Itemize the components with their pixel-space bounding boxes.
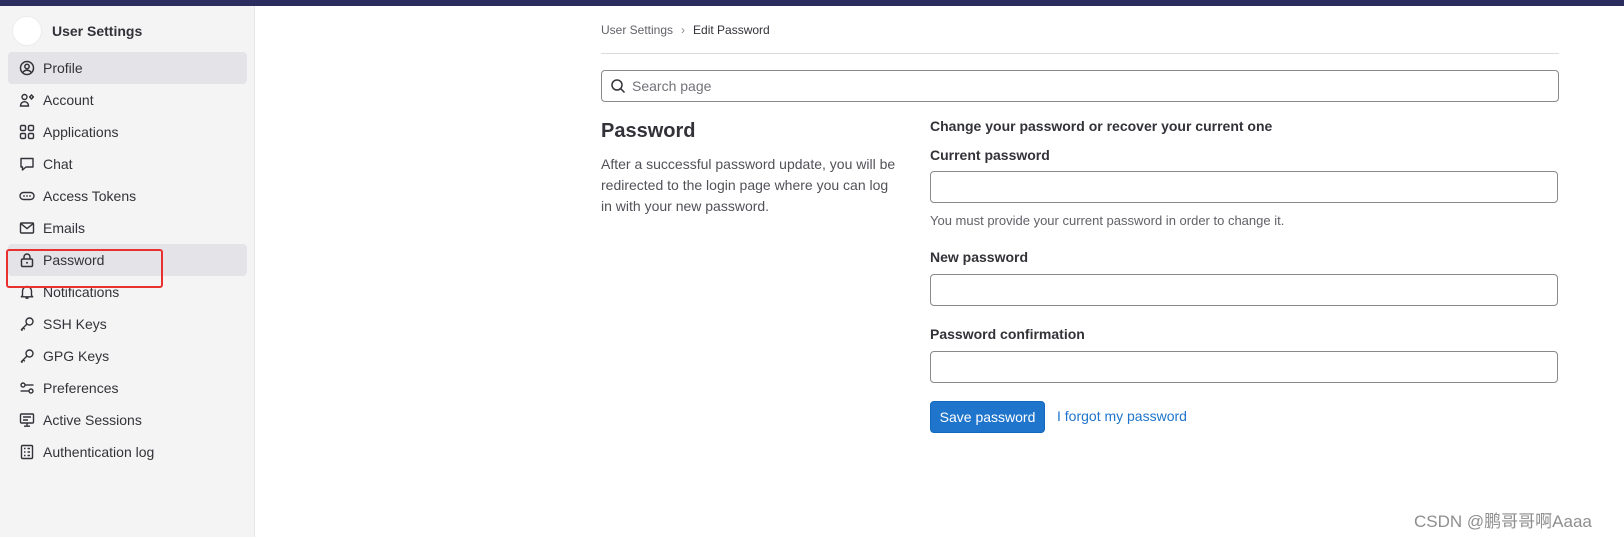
sidebar-item-chat[interactable]: Chat	[8, 148, 247, 180]
sidebar-item-label: Active Sessions	[43, 412, 142, 428]
sidebar-item-label: SSH Keys	[43, 316, 107, 332]
sidebar-item-label: Account	[43, 92, 94, 108]
save-password-button[interactable]: Save password	[930, 401, 1045, 433]
sidebar-item-label: Password	[43, 252, 105, 268]
mail-icon	[19, 220, 35, 236]
sidebar-item-active-sessions[interactable]: Active Sessions	[8, 404, 247, 436]
sidebar-item-ssh-keys[interactable]: SSH Keys	[8, 308, 247, 340]
sidebar-item-label: Notifications	[43, 284, 120, 300]
account-icon	[19, 92, 35, 108]
current-password-label: Current password	[930, 147, 1050, 163]
sidebar-item-label: Applications	[43, 124, 119, 140]
key-icon	[19, 348, 35, 364]
new-password-field[interactable]	[930, 274, 1558, 306]
lock-icon	[19, 252, 35, 268]
token-icon	[19, 188, 35, 204]
sidebar-item-label: Emails	[43, 220, 86, 236]
key-icon	[19, 316, 35, 332]
sidebar-header: User Settings	[12, 16, 142, 46]
applications-icon	[19, 124, 35, 140]
sidebar-item-access-tokens[interactable]: Access Tokens	[8, 180, 247, 212]
sidebar-item-label: Chat	[43, 156, 73, 172]
search-icon	[610, 78, 626, 94]
sidebar-item-label: Preferences	[43, 380, 119, 396]
current-password-field[interactable]	[930, 171, 1558, 203]
sidebar-item-password[interactable]: Password	[8, 244, 247, 276]
log-icon	[19, 444, 35, 460]
section-title: Password	[601, 120, 696, 142]
forgot-password-link[interactable]: I forgot my password	[1057, 408, 1187, 424]
watermark: CSDN @鹏哥哥啊Aaaa	[1414, 512, 1592, 531]
search-input[interactable]	[632, 78, 1532, 94]
section-description: After a successful password update, you …	[601, 156, 896, 214]
search-box[interactable]	[601, 70, 1559, 102]
current-password-help: You must provide your current password i…	[930, 213, 1285, 228]
new-password-label: New password	[930, 249, 1029, 265]
sidebar-item-label: Profile	[43, 60, 83, 76]
sidebar-item-label: Access Tokens	[43, 188, 137, 204]
divider	[601, 53, 1559, 54]
breadcrumb-root-link[interactable]: User Settings	[601, 23, 673, 37]
sidebar-item-preferences[interactable]: Preferences	[8, 372, 247, 404]
avatar[interactable]	[12, 16, 42, 46]
sidebar-item-label: Authentication log	[43, 444, 155, 460]
sidebar-item-applications[interactable]: Applications	[8, 116, 247, 148]
password-confirmation-label: Password confirmation	[930, 326, 1085, 342]
sidebar-item-authentication-log[interactable]: Authentication log	[8, 436, 247, 468]
sidebar-item-profile[interactable]: Profile	[8, 52, 247, 84]
bell-icon	[19, 284, 35, 300]
sidebar-item-account[interactable]: Account	[8, 84, 247, 116]
preferences-icon	[19, 380, 35, 396]
chevron-right-icon: ›	[681, 23, 686, 37]
form-heading: Change your password or recover your cur…	[930, 118, 1273, 134]
monitor-icon	[19, 412, 35, 428]
sidebar-title: User Settings	[52, 23, 143, 39]
sidebar-item-label: GPG Keys	[43, 348, 110, 364]
sidebar-item-emails[interactable]: Emails	[8, 212, 247, 244]
chat-icon	[19, 156, 35, 172]
profile-icon	[19, 60, 35, 76]
sidebar: User Settings Profile Account Applicatio…	[0, 6, 255, 537]
sidebar-item-gpg-keys[interactable]: GPG Keys	[8, 340, 247, 372]
sidebar-item-notifications[interactable]: Notifications	[8, 276, 247, 308]
breadcrumb: User Settings › Edit Password	[601, 23, 770, 37]
password-confirmation-field[interactable]	[930, 351, 1558, 383]
breadcrumb-current: Edit Password	[693, 23, 770, 37]
